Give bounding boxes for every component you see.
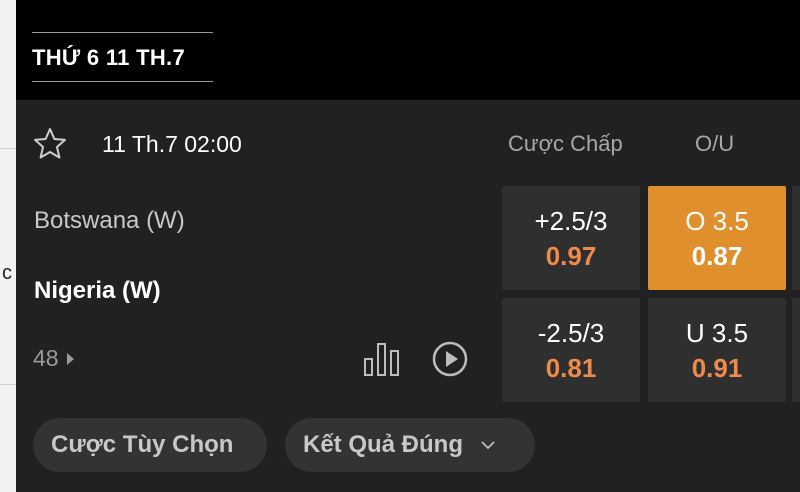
more-markets-link[interactable]: 48 — [33, 345, 74, 372]
custom-bet-label: Cược Tùy Chọn — [51, 431, 234, 458]
date-label: THỨ 6 11 TH.7 — [32, 45, 185, 70]
odds-price: 0.81 — [545, 353, 597, 383]
chevron-down-icon — [481, 440, 495, 449]
ou-column-header: O/U — [695, 131, 735, 156]
correct-score-label: Kết Quả Đúng — [303, 431, 463, 458]
odds-line: O 3.5 — [685, 206, 749, 236]
match-panel: THỨ 6 11 TH.7 11 Th.7 02:00 Cược Chấp O/… — [16, 0, 800, 492]
star-icon[interactable] — [32, 126, 68, 162]
bar-chart-icon[interactable] — [362, 340, 402, 378]
odds-line: -2.5/3 — [537, 318, 605, 348]
handicap-away-odds[interactable]: -2.5/3 0.81 — [502, 298, 640, 402]
odds-price: 0.91 — [691, 353, 743, 383]
odds-price: 0.97 — [545, 241, 597, 271]
under-odds[interactable]: U 3.5 0.91 — [648, 298, 786, 402]
odds-line: +2.5/3 — [534, 206, 608, 236]
divider — [0, 384, 16, 385]
odds-line: U 3.5 — [685, 318, 749, 348]
away-team-name: Nigeria (W) — [34, 277, 161, 304]
divider — [0, 148, 16, 149]
background-page-strip: c — [0, 0, 16, 492]
background-text: c — [2, 262, 12, 284]
caret-right-icon — [66, 352, 74, 365]
custom-bet-button[interactable]: Cược Tùy Chọn — [33, 418, 267, 472]
home-team-name: Botswana (W) — [34, 207, 185, 234]
over-odds-selected[interactable]: O 3.5 0.87 — [648, 186, 786, 290]
date-tab[interactable]: THỨ 6 11 TH.7 — [32, 32, 213, 82]
handicap-column-header: Cược Chấp — [508, 131, 623, 156]
more-markets-count: 48 — [33, 345, 59, 371]
next-column-cell — [792, 186, 800, 290]
play-icon[interactable] — [431, 340, 469, 378]
match-time: 11 Th.7 02:00 — [102, 131, 242, 157]
next-column-cell — [792, 298, 800, 402]
date-header: THỨ 6 11 TH.7 — [16, 0, 800, 100]
odds-price: 0.87 — [691, 241, 743, 271]
correct-score-dropdown[interactable]: Kết Quả Đúng — [285, 418, 535, 472]
handicap-home-odds[interactable]: +2.5/3 0.97 — [502, 186, 640, 290]
